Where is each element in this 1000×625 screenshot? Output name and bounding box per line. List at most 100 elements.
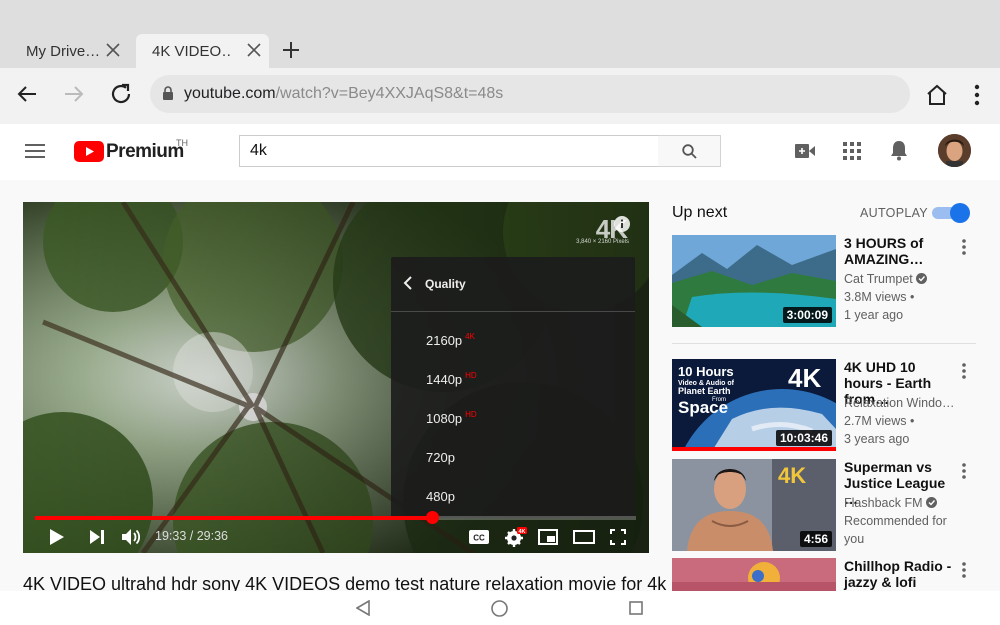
search-button[interactable] — [658, 135, 721, 167]
thumbnail-4k-text: 4K — [778, 463, 806, 488]
quality-tag-4k: 4K — [465, 332, 475, 341]
svg-text:4K: 4K — [518, 529, 525, 535]
verified-check-icon — [916, 273, 928, 284]
url-path: /watch?v=Bey4XXJAqS8&t=48s — [275, 85, 504, 102]
more-options-icon[interactable] — [962, 363, 966, 379]
quality-option-label: 2160p — [426, 333, 463, 348]
thumbnail-text-line-1: 10 Hours — [678, 364, 734, 379]
quality-tag-hd: HD — [465, 371, 477, 380]
home-icon[interactable] — [925, 83, 949, 107]
forward-arrow-icon[interactable] — [62, 82, 86, 106]
video-channel: Cat Trumpet — [844, 270, 959, 288]
nav-back-triangle-icon[interactable] — [356, 600, 370, 616]
close-tab-icon[interactable] — [106, 43, 120, 57]
video-thumbnail[interactable]: 3:00:09 — [672, 235, 836, 327]
apps-grid-icon[interactable] — [843, 142, 861, 160]
quality-option-720p[interactable]: 720p — [426, 450, 455, 465]
fullscreen-icon[interactable] — [610, 529, 626, 545]
thumbnail-text-line-5: Space — [678, 398, 728, 417]
browser-tab-strip: My Drive… 4K VIDEO… — [0, 0, 1000, 68]
back-arrow-icon[interactable] — [15, 82, 39, 106]
progress-bar[interactable] — [35, 511, 636, 524]
up-next-video-card[interactable]: 10 Hours Video & Audio of Planet Earth F… — [672, 359, 982, 451]
next-video-icon[interactable] — [90, 530, 104, 544]
quality-option-1080p[interactable]: 1080p HD — [426, 410, 477, 426]
browser-toolbar: youtube.com/watch?v=Bey4XXJAqS8&t=48s — [0, 68, 1000, 124]
video-player[interactable]: 4K 3,840 × 2160 Pixels Quality 2160p 4K 1… — [23, 202, 649, 553]
quality-tag-hd: HD — [465, 410, 477, 419]
up-next-video-card[interactable]: 3:00:09 3 HOURS of AMAZING… Cat Trumpet … — [672, 235, 982, 327]
search-input[interactable]: 4k — [239, 135, 659, 167]
browser-tab-my-drive[interactable]: My Drive… — [10, 34, 128, 68]
hamburger-menu-icon[interactable] — [25, 143, 45, 159]
channel-name: Cat Trumpet — [844, 272, 913, 286]
lock-icon — [162, 86, 174, 100]
youtube-premium-wordmark[interactable]: Premium — [106, 141, 184, 163]
up-next-video-card[interactable]: Chillhop Radio - jazzy & lofi hip… — [672, 558, 982, 591]
svg-text:CC: CC — [473, 534, 485, 543]
settings-gear-icon[interactable]: 4K — [505, 527, 527, 547]
up-next-video-card[interactable]: 4K 4:56 Superman vs Justice League … Fla… — [672, 459, 982, 551]
tab-title: My Drive… — [26, 42, 101, 60]
close-tab-icon[interactable] — [247, 43, 261, 57]
autoplay-toggle-knob — [950, 203, 970, 223]
theater-mode-icon[interactable] — [573, 530, 595, 544]
channel-name: Relaxation Windo… — [844, 396, 955, 410]
play-icon[interactable] — [50, 529, 64, 545]
reload-icon[interactable] — [109, 82, 133, 106]
quality-option-label: 480p — [426, 489, 455, 504]
address-bar[interactable]: youtube.com/watch?v=Bey4XXJAqS8&t=48s — [150, 75, 910, 113]
recommended-label-cont: you — [844, 532, 865, 546]
url-host: youtube.com — [184, 85, 276, 102]
volume-icon[interactable] — [122, 528, 142, 546]
miniplayer-icon[interactable] — [538, 529, 558, 545]
channel-name: Flashback FM — [844, 496, 923, 510]
region-code: TH — [176, 138, 188, 148]
more-options-icon[interactable] — [962, 239, 966, 255]
quality-option-2160p[interactable]: 2160p 4K — [426, 332, 475, 348]
recommended-label: Recommended for — [844, 514, 947, 528]
create-video-icon[interactable] — [795, 144, 815, 158]
notifications-bell-icon[interactable] — [890, 140, 908, 161]
new-tab-icon[interactable] — [282, 41, 300, 59]
info-icon[interactable] — [614, 216, 630, 232]
tab-title: 4K VIDEO… — [152, 42, 232, 60]
account-avatar[interactable] — [938, 134, 971, 167]
chevron-left-icon[interactable] — [403, 276, 413, 290]
android-navigation-bar — [0, 591, 1000, 625]
search-input-value: 4k — [250, 142, 267, 159]
quality-menu-title: Quality — [425, 277, 466, 291]
autoplay-label: AUTOPLAY — [860, 206, 928, 220]
quality-option-label: 720p — [426, 450, 455, 465]
captions-icon[interactable]: CC — [469, 530, 489, 544]
video-views: 2.7M views • — [844, 414, 915, 428]
video-duration: 4:56 — [799, 531, 832, 547]
up-next-heading: Up next — [672, 204, 728, 221]
time-display: 19:33 / 29:36 — [155, 529, 228, 543]
youtube-logo-icon[interactable] — [74, 141, 104, 162]
video-thumbnail[interactable]: 10 Hours Video & Audio of Planet Earth F… — [672, 359, 836, 451]
quality-option-480p[interactable]: 480p — [426, 489, 455, 504]
nav-recents-square-icon[interactable] — [629, 601, 643, 615]
quality-menu-header[interactable]: Quality — [391, 257, 635, 312]
video-duration: 3:00:09 — [782, 307, 832, 323]
progress-scrubber-handle[interactable] — [425, 511, 439, 524]
4k-badge-resolution: 3,840 × 2160 Pixels — [576, 239, 629, 245]
verified-check-icon — [925, 497, 937, 508]
autoplay-toggle[interactable] — [932, 203, 970, 223]
video-views: 3.8M views • — [844, 290, 915, 304]
browser-menu-icon[interactable] — [974, 84, 980, 106]
more-options-icon[interactable] — [962, 562, 966, 578]
video-age: 1 year ago — [844, 308, 904, 322]
video-title[interactable]: Chillhop Radio - jazzy & lofi hip… — [844, 558, 954, 591]
thumbnail-4k-text: 4K — [788, 363, 821, 393]
progress-bar-played — [35, 516, 432, 520]
video-title[interactable]: 3 HOURS of AMAZING… — [844, 235, 954, 267]
video-thumbnail[interactable] — [672, 558, 836, 591]
more-options-icon[interactable] — [962, 463, 966, 479]
quality-option-1440p[interactable]: 1440p HD — [426, 371, 477, 387]
browser-tab-4k-video[interactable]: 4K VIDEO… — [136, 34, 269, 68]
quality-menu: Quality 2160p 4K 1440p HD 1080p HD 720p 480… — [391, 257, 635, 518]
nav-home-circle-icon[interactable] — [491, 600, 508, 617]
video-thumbnail[interactable]: 4K 4:56 — [672, 459, 836, 551]
